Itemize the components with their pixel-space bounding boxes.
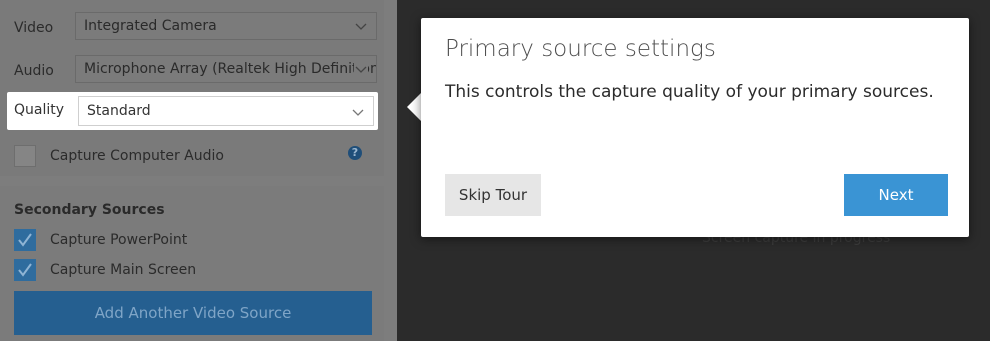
capture-audio-checkbox[interactable] [14,145,36,167]
quality-select-value: Standard [87,103,151,119]
checkmark-icon [18,263,32,277]
secondary-sources-title: Secondary Sources [14,202,165,218]
capture-powerpoint-label: Capture PowerPoint [50,232,188,248]
chevron-down-icon [355,23,367,30]
tour-popover: Primary source settings This controls th… [421,18,969,237]
panel-divider [384,0,397,341]
popover-arrow [407,92,422,122]
quality-row-highlight: Quality Standard [7,92,378,130]
audio-label: Audio [14,63,54,79]
video-label: Video [14,20,54,36]
add-video-source-button[interactable]: Add Another Video Source [14,291,372,335]
quality-label: Quality [14,102,65,118]
capture-main-screen-checkbox[interactable] [14,259,36,281]
video-select-value: Integrated Camera [84,18,217,34]
audio-select-value: Microphone Array (Realtek High Definitio… [84,61,377,77]
skip-tour-button[interactable]: Skip Tour [445,174,541,216]
chevron-down-icon [352,109,364,116]
capture-audio-label: Capture Computer Audio [50,148,224,164]
capture-main-screen-label: Capture Main Screen [50,262,197,278]
checkmark-icon [18,233,32,247]
tour-body: This controls the capture quality of you… [445,82,934,102]
audio-select[interactable]: Microphone Array (Realtek High Definitio… [75,55,377,83]
capture-powerpoint-checkbox[interactable] [14,229,36,251]
secondary-sources-section: Secondary Sources Capture PowerPoint Cap… [0,186,384,341]
help-icon[interactable]: ? [348,146,362,160]
primary-sources-section: Video Integrated Camera Audio Microphone… [0,0,384,176]
quality-select[interactable]: Standard [78,96,374,126]
video-select[interactable]: Integrated Camera [75,12,377,40]
settings-panel: Video Integrated Camera Audio Microphone… [0,0,397,341]
tour-title: Primary source settings [445,36,716,62]
chevron-down-icon [354,56,368,82]
next-button[interactable]: Next [844,174,948,216]
